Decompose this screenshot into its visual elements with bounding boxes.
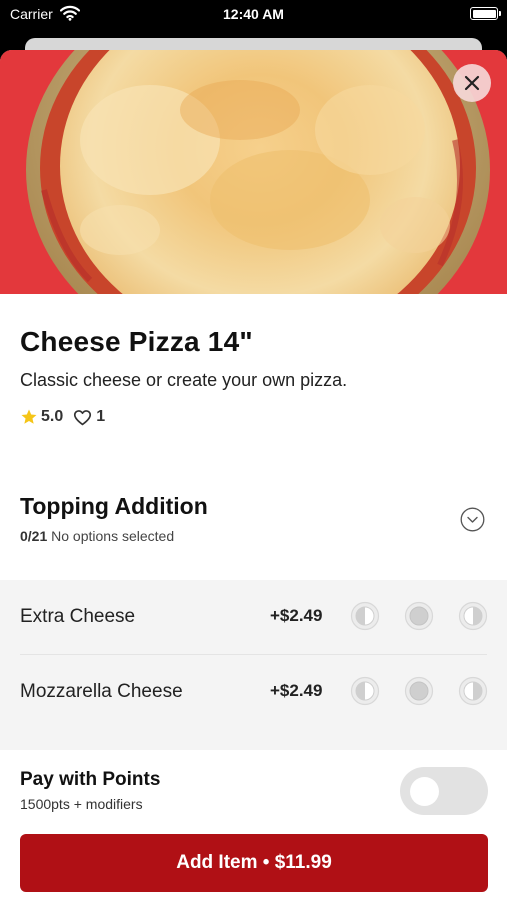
right-half-icon[interactable]	[458, 676, 488, 706]
option-price: +$2.49	[270, 606, 323, 625]
whole-icon[interactable]	[404, 676, 434, 706]
modifier-group-title: Topping Addition	[20, 493, 208, 519]
close-icon	[464, 75, 480, 91]
option-name: Extra Cheese	[20, 606, 136, 627]
option-price: +$2.49	[270, 681, 323, 700]
points-toggle[interactable]	[400, 767, 488, 815]
modifier-group-status: 0/21 No options selected	[20, 528, 174, 544]
chevron-down-icon[interactable]	[460, 507, 485, 532]
item-detail-sheet: Cheese Pizza 14" Classic cheese or creat…	[0, 50, 507, 900]
option-row-extra-cheese[interactable]: Extra Cheese +$2.49	[0, 580, 507, 655]
left-half-icon[interactable]	[350, 601, 380, 631]
option-name: Mozzarella Cheese	[20, 681, 183, 702]
rating-value: 5.0	[41, 408, 64, 425]
selection-count: 0/21	[20, 528, 48, 544]
item-title: Cheese Pizza 14"	[20, 326, 253, 357]
item-hero-image	[0, 50, 507, 294]
item-description: Classic cheese or create your own pizza.	[20, 370, 348, 390]
battery-icon	[470, 7, 501, 20]
status-bar: Carrier 12:40 AM	[0, 0, 507, 30]
heart-icon[interactable]	[73, 409, 92, 426]
star-icon	[21, 409, 37, 424]
points-title: Pay with Points	[20, 769, 161, 790]
add-item-button[interactable]: Add Item • $11.99	[20, 834, 488, 892]
whole-icon[interactable]	[404, 601, 434, 631]
left-half-icon[interactable]	[350, 676, 380, 706]
option-row-mozzarella-cheese[interactable]: Mozzarella Cheese +$2.49	[0, 655, 507, 730]
points-subtitle: 1500pts + modifiers	[20, 796, 143, 812]
likes-count: 1	[96, 408, 106, 425]
close-button[interactable]	[453, 64, 491, 102]
rating-row: 5.0 1	[20, 406, 105, 428]
toggle-knob	[410, 777, 439, 806]
right-half-icon[interactable]	[458, 601, 488, 631]
status-time: 12:40 AM	[223, 6, 284, 22]
selection-status: No options selected	[51, 528, 175, 544]
